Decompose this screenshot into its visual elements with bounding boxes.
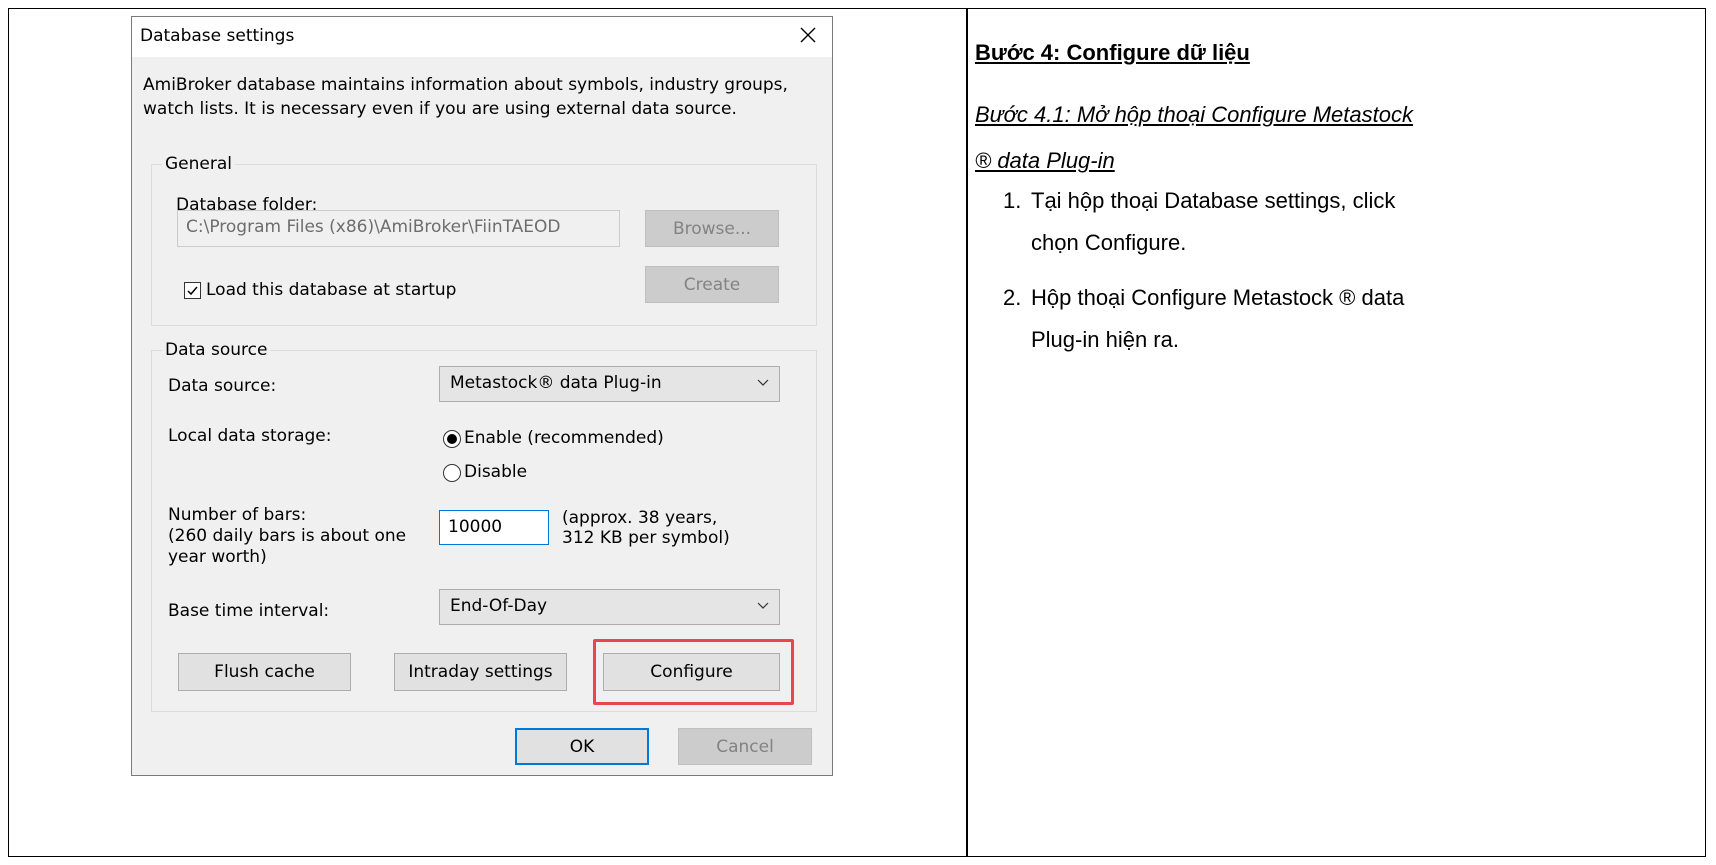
- bars-note-line1: (approx. 38 years,: [562, 508, 718, 528]
- enable-radio[interactable]: [443, 430, 461, 448]
- step-number: 1.: [1003, 188, 1022, 213]
- data-source-select[interactable]: Metastock® data Plug-in: [439, 366, 780, 402]
- bars-label-line3: year worth): [168, 547, 267, 567]
- close-button[interactable]: [784, 17, 832, 57]
- dialog-description: AmiBroker database maintains information…: [143, 75, 788, 119]
- disable-radio-label[interactable]: Disable: [464, 462, 527, 482]
- close-icon: [799, 26, 817, 48]
- radio-selected-dot: [447, 434, 457, 444]
- bars-label-line1: Number of bars:: [168, 505, 307, 525]
- step-subheading-line2: ® data Plug-in: [975, 148, 1115, 173]
- configure-highlight-box: [593, 639, 794, 705]
- dialog-titlebar: Database settings: [132, 17, 832, 57]
- base-interval-label: Base time interval:: [168, 601, 330, 621]
- cancel-button[interactable]: Cancel: [678, 728, 812, 765]
- flush-cache-button[interactable]: Flush cache: [178, 653, 351, 691]
- step-text-line1: Tại hộp thoại Database settings, click: [1031, 188, 1396, 213]
- create-button[interactable]: Create: [645, 266, 779, 303]
- base-interval-value: End-Of-Day: [450, 596, 548, 616]
- general-legend: General: [165, 154, 232, 174]
- load-at-startup-label[interactable]: Load this database at startup: [206, 280, 456, 300]
- step-subheading-line1: Bước 4.1: Mở hộp thoại Configure Metasto…: [975, 102, 1413, 127]
- chevron-down-icon: [757, 379, 769, 386]
- chevron-down-icon: [757, 602, 769, 609]
- data-source-value: Metastock® data Plug-in: [450, 373, 662, 393]
- bars-label-line2: (260 daily bars is about one: [168, 526, 407, 546]
- database-settings-dialog: Database settings AmiBroker database mai…: [131, 16, 833, 776]
- base-interval-select[interactable]: End-Of-Day: [439, 589, 780, 625]
- ok-button[interactable]: OK: [515, 728, 649, 765]
- local-storage-label: Local data storage:: [168, 426, 332, 446]
- data-source-legend: Data source: [165, 340, 268, 360]
- column-divider: [966, 9, 968, 856]
- browse-button[interactable]: Browse...: [645, 210, 779, 247]
- step-text-line1: Hộp thoại Configure Metastock ® data: [1031, 285, 1405, 310]
- database-folder-field[interactable]: C:\Program Files (x86)\AmiBroker\FiinTAE…: [177, 210, 620, 247]
- step-text-line2: Plug-in hiện ra.: [1031, 327, 1179, 352]
- disable-radio[interactable]: [443, 464, 461, 482]
- bars-note-line2: 312 KB per symbol): [562, 528, 730, 548]
- step-number: 2.: [1003, 285, 1022, 310]
- checkmark-icon: [187, 286, 198, 296]
- data-source-label: Data source:: [168, 376, 277, 396]
- step-text-line2: chọn Configure.: [1031, 230, 1187, 255]
- intraday-settings-button[interactable]: Intraday settings: [394, 653, 567, 691]
- load-at-startup-checkbox[interactable]: [184, 282, 201, 299]
- number-of-bars-input[interactable]: 10000: [439, 510, 549, 545]
- step-heading: Bước 4: Configure dữ liệu: [975, 40, 1250, 65]
- enable-radio-label[interactable]: Enable (recommended): [464, 428, 664, 448]
- dialog-title: Database settings: [140, 26, 295, 46]
